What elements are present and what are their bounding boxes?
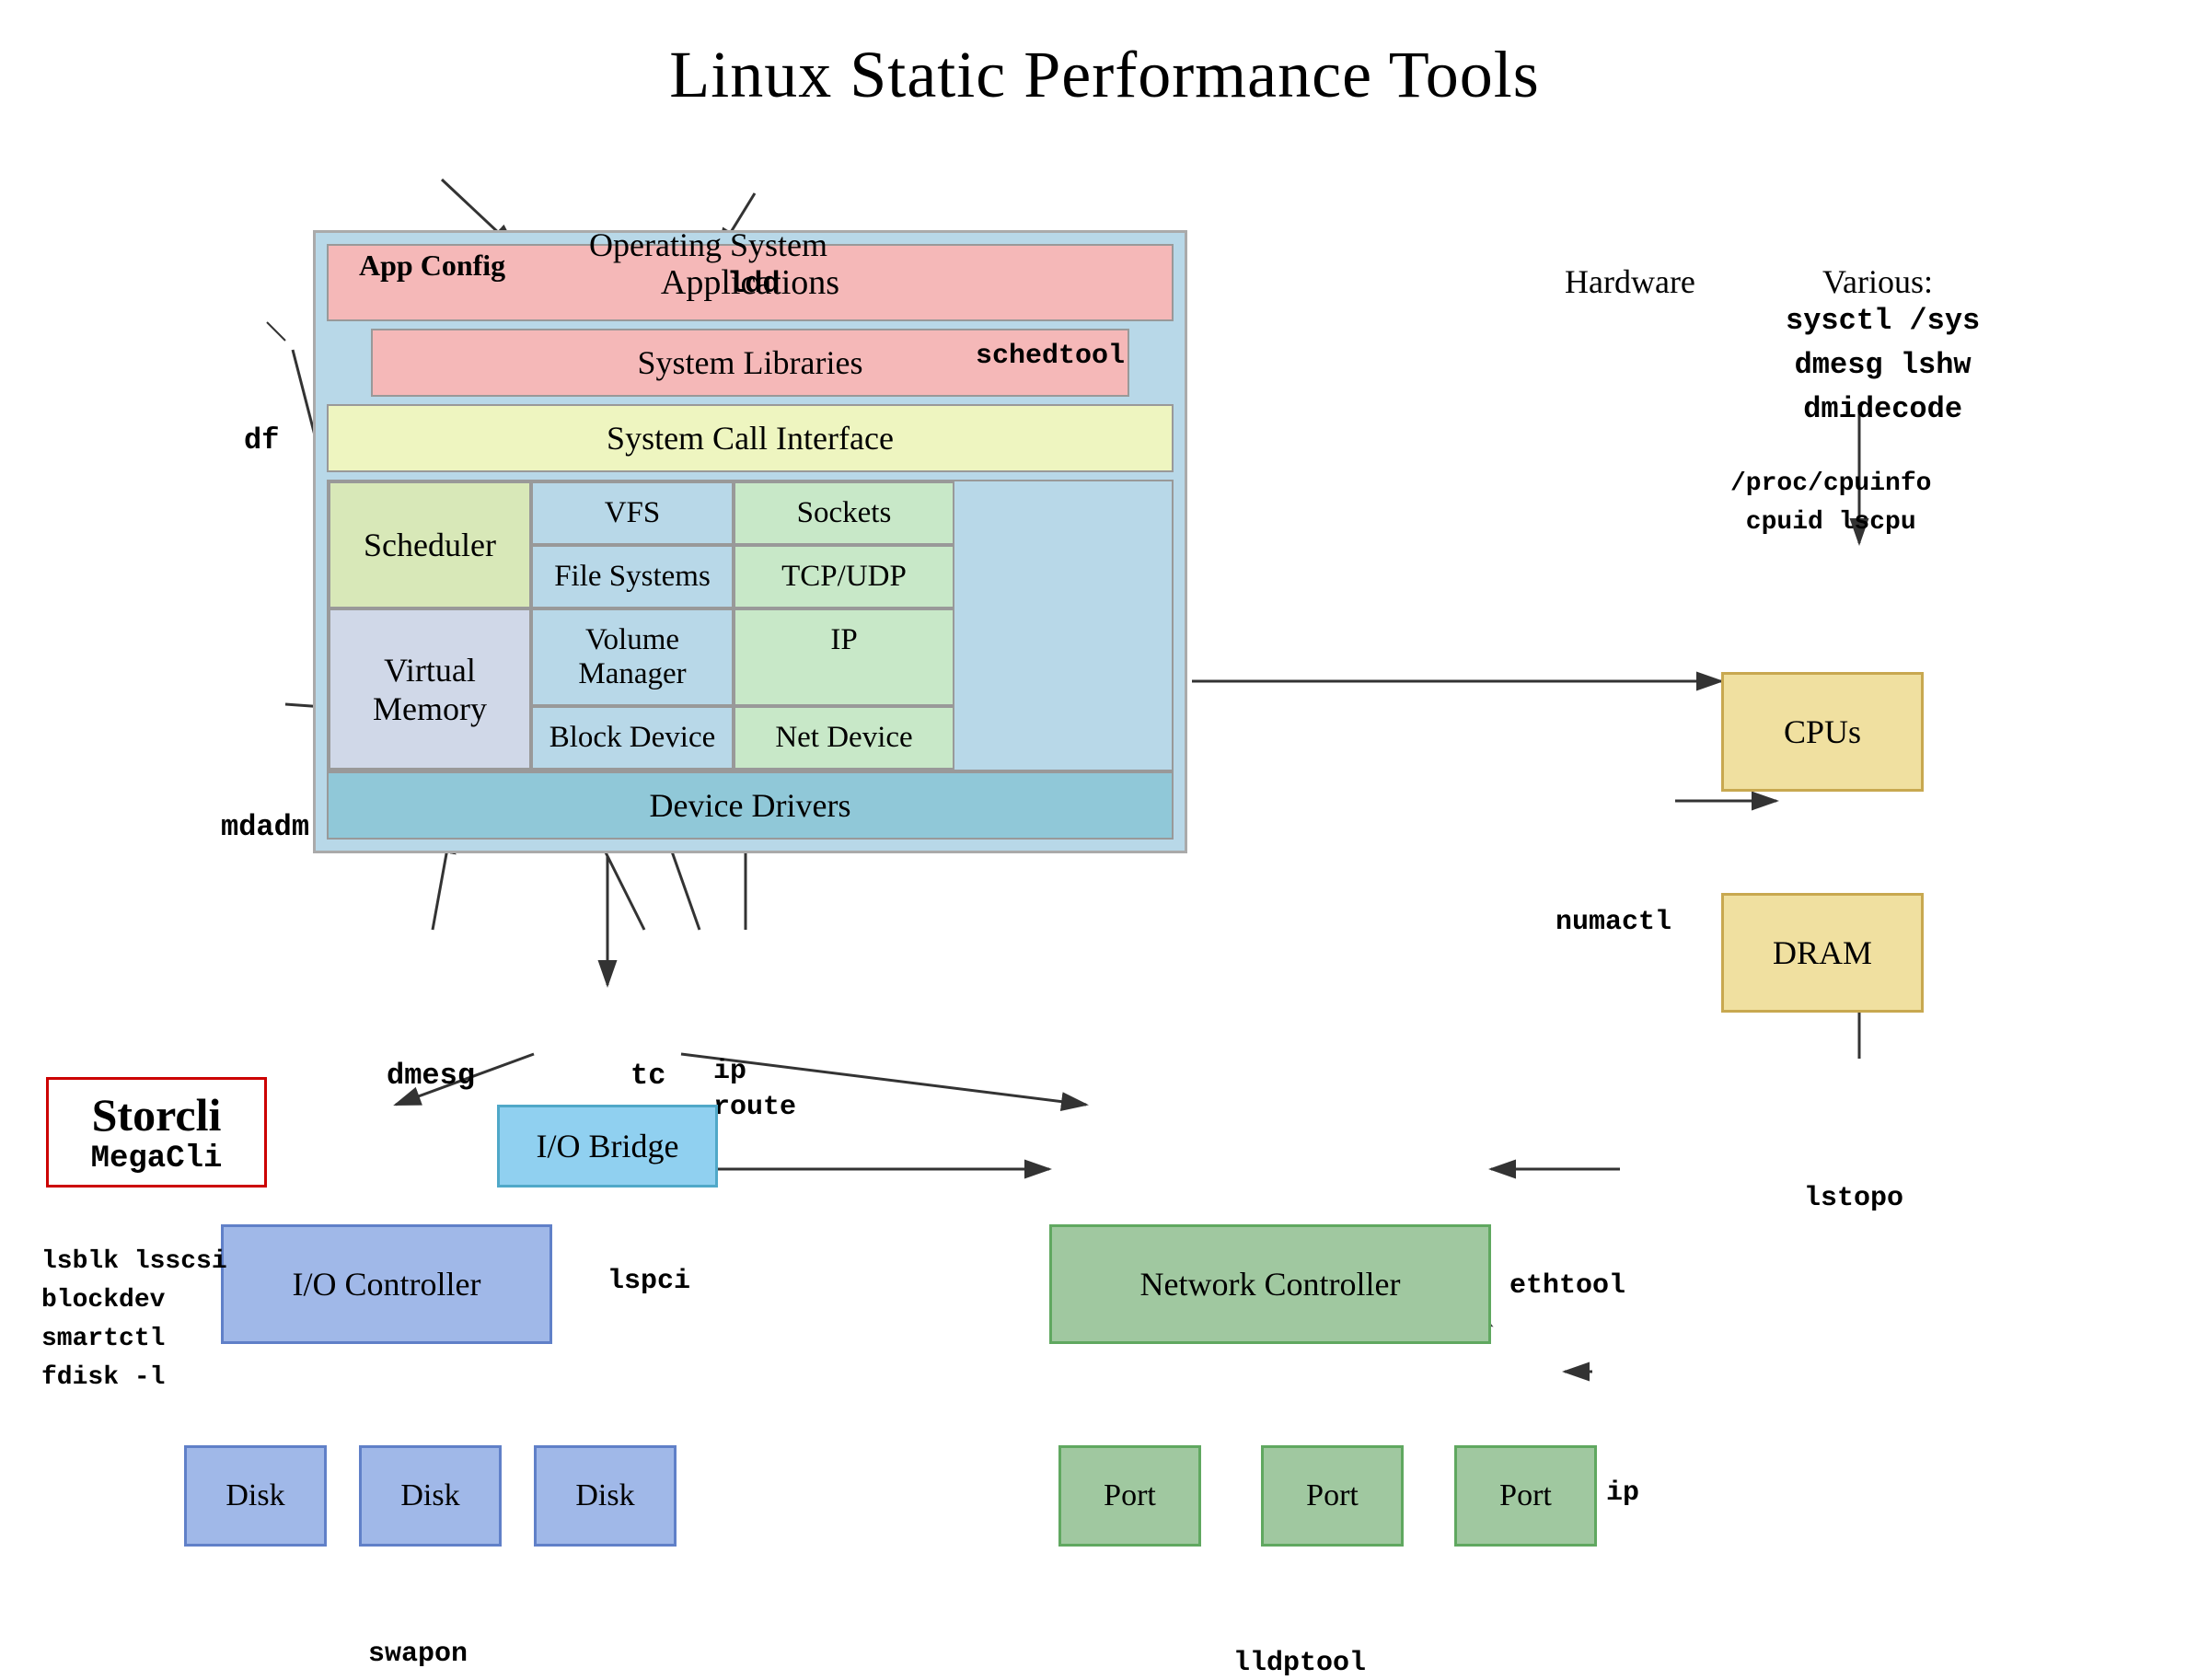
lsblk-label: lsblk lsscsiblockdevsmartctlfdisk -l xyxy=(41,1243,227,1397)
ip-route-label: iproute xyxy=(713,1054,796,1126)
dmesg-label: dmesg xyxy=(387,1059,475,1093)
port2-box: Port xyxy=(1261,1445,1404,1547)
lldptool-label: lldptool xyxy=(1233,1648,1366,1679)
ip-label: ip xyxy=(1606,1477,1639,1509)
filesystem-box: File Systems xyxy=(531,545,734,608)
cpus-box: CPUs xyxy=(1721,672,1924,792)
ldd-label: ldd xyxy=(727,267,781,301)
lspci-label: lspci xyxy=(607,1266,690,1297)
scheduler-box: Scheduler xyxy=(329,481,531,608)
kernel-area: VFS Sockets Scheduler File Systems TCP/U… xyxy=(327,480,1174,771)
schedtool-label: schedtool xyxy=(976,341,1125,372)
disk3-box: Disk xyxy=(534,1445,677,1547)
lstopo-label: lstopo xyxy=(1804,1183,1903,1214)
storcli-label: Storcli xyxy=(92,1088,222,1141)
ethtool-label: ethtool xyxy=(1509,1270,1625,1302)
os-stack: Applications System Libraries System Cal… xyxy=(313,230,1187,853)
vfs-box: VFS xyxy=(531,481,734,545)
network-controller-box: Network Controller xyxy=(1049,1224,1491,1344)
port3-box: Port xyxy=(1454,1445,1597,1547)
port1-box: Port xyxy=(1058,1445,1201,1547)
volmgr-box: Volume Manager xyxy=(531,608,734,706)
net-device-box: Net Device xyxy=(734,706,954,770)
various-label: Various: xyxy=(1822,262,1933,301)
syscall-box: System Call Interface xyxy=(327,404,1174,472)
sockets-box: Sockets xyxy=(734,481,954,545)
dram-box: DRAM xyxy=(1721,893,1924,1013)
hardware-label: Hardware xyxy=(1565,262,1695,301)
tc-label: tc xyxy=(630,1059,665,1093)
storcli-box: Storcli MegaCli xyxy=(46,1077,267,1188)
device-drivers-box: Device Drivers xyxy=(327,771,1174,840)
os-label: Operating System xyxy=(589,226,827,264)
tcpudp-box: TCP/UDP xyxy=(734,545,954,608)
megacli-label: MegaCli xyxy=(91,1141,223,1176)
virtual-memory-box: Virtual Memory xyxy=(329,608,531,770)
swapon-label: swapon xyxy=(368,1639,468,1670)
various-tools-label: sysctl /sysdmesg lshwdmidecode xyxy=(1786,299,1980,432)
io-controller-box: I/O Controller xyxy=(221,1224,552,1344)
disk2-box: Disk xyxy=(359,1445,502,1547)
mdadm-label: mdadm xyxy=(221,810,309,844)
proc-cpuinfo-label: /proc/cpuinfocpuid lscpu xyxy=(1730,465,1931,542)
block-device-box: Block Device xyxy=(531,706,734,770)
page-title: Linux Static Performance Tools xyxy=(0,0,2209,113)
ip-box: IP xyxy=(734,608,954,706)
disk1-box: Disk xyxy=(184,1445,327,1547)
app-config-label: App Config xyxy=(359,249,505,283)
numactl-label: numactl xyxy=(1556,907,1671,938)
io-bridge-box: I/O Bridge xyxy=(497,1105,718,1188)
df-label: df xyxy=(244,423,279,458)
